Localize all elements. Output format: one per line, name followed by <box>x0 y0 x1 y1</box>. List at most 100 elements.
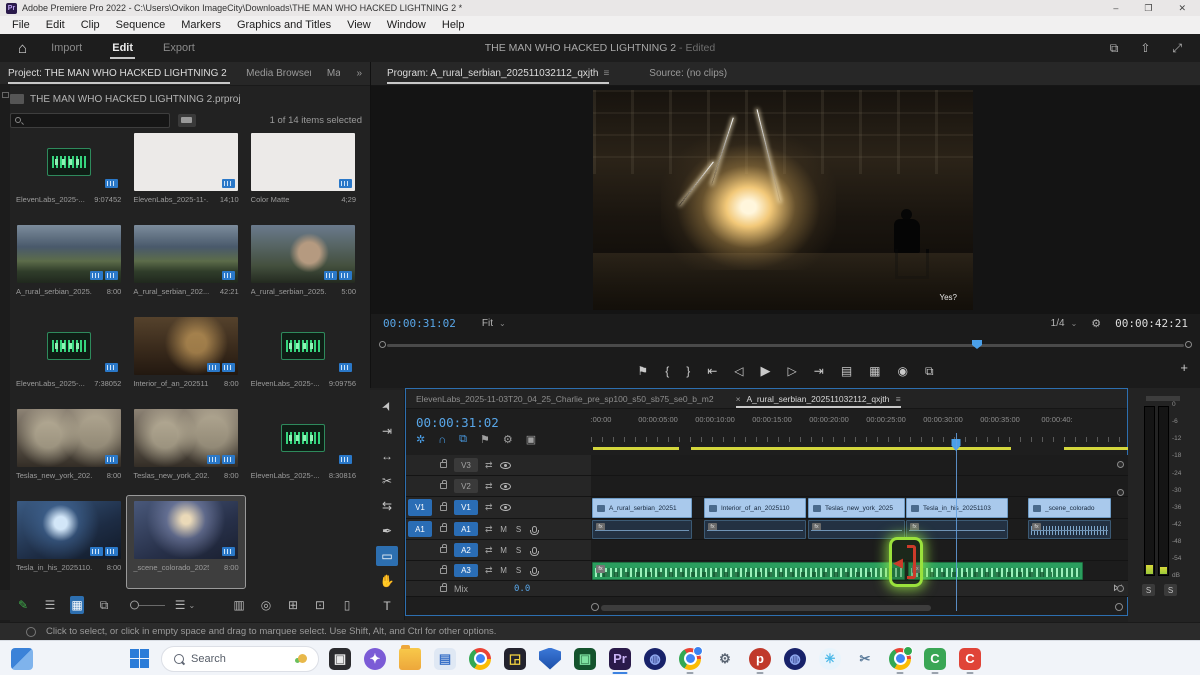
video-track-header[interactable]: V2 ⇄ <box>406 476 591 496</box>
audio-clip[interactable]: fx <box>704 520 806 539</box>
rectangle-tool[interactable]: ▭ <box>376 546 398 566</box>
file-explorer-icon[interactable] <box>396 645 424 672</box>
new-bin-icon[interactable]: ⊞ <box>286 596 300 614</box>
zoom-handle-left[interactable] <box>379 341 386 348</box>
workspaces-icon[interactable]: ⧉ <box>1110 41 1119 56</box>
pc-app-icon[interactable]: ▤ <box>431 645 459 672</box>
play-button[interactable]: ▶ <box>761 363 771 379</box>
toolbar-spacer[interactable] <box>205 596 219 614</box>
go-to-out-button[interactable]: ⇥ <box>814 364 824 378</box>
audio-track[interactable]: A2 ⇄ M S <box>406 540 1129 561</box>
lock-icon[interactable] <box>440 526 447 532</box>
track-output-eye-icon[interactable] <box>500 504 511 511</box>
menu-item[interactable]: View <box>339 19 379 31</box>
captions-icon[interactable]: ▣ <box>526 433 536 446</box>
audio-clip[interactable]: fx <box>906 520 1008 539</box>
project-search-input[interactable] <box>25 115 165 125</box>
mute-button[interactable]: M <box>500 546 508 555</box>
step-forward-button[interactable]: ▷ <box>788 364 797 378</box>
project-item[interactable]: A_rural_serbian_202... 42:21 <box>127 220 244 312</box>
timeline-horizontal-scrollbar[interactable] <box>601 605 931 611</box>
program-scrubber[interactable] <box>379 340 1192 350</box>
button-editor-icon[interactable]: + <box>1180 360 1188 375</box>
slip-tool[interactable]: ⇆ <box>376 496 398 516</box>
close-button[interactable]: ✕ <box>1178 3 1186 14</box>
video-clip[interactable]: _scene_colorado <box>1028 498 1111 518</box>
project-item[interactable]: A_rural_serbian_2025... 8:00 <box>10 220 127 312</box>
panel-collapse-icon[interactable] <box>2 92 9 98</box>
voiceover-mic-icon[interactable] <box>532 567 537 574</box>
project-item[interactable]: ElevenLabs_2025-11-... 14;10 <box>127 128 244 220</box>
mark-out-button[interactable]: } <box>686 364 690 378</box>
sync-lock-icon[interactable]: ⇄ <box>485 565 493 576</box>
lock-icon[interactable] <box>440 462 447 468</box>
pen-tool[interactable]: ✒ <box>376 521 398 541</box>
project-item[interactable]: ElevenLabs_2025-... 9:07452 <box>10 128 127 220</box>
lift-button[interactable]: ▤ <box>841 364 852 378</box>
timeline-timecode[interactable]: 00:00:31:02 <box>416 415 499 430</box>
comparison-view-button[interactable]: ⧉ <box>925 364 934 379</box>
timeline-settings-icon[interactable]: ⚙ <box>503 433 513 446</box>
track-target-chip[interactable]: V2 <box>454 479 478 493</box>
menu-item[interactable]: Help <box>434 19 473 31</box>
brain-app-icon[interactable]: ✳ <box>816 645 844 672</box>
lock-icon[interactable] <box>440 483 447 489</box>
track-target-chip[interactable]: A2 <box>454 543 478 557</box>
track-resize-handle[interactable] <box>1117 489 1124 496</box>
mix-track[interactable]: Mix 0.0 ⋈ <box>406 581 1129 597</box>
track-output-eye-icon[interactable] <box>500 483 511 490</box>
program-playhead[interactable] <box>972 340 982 349</box>
panel-menu-icon[interactable]: ≡ <box>896 394 901 404</box>
video-track-body[interactable] <box>591 476 1129 496</box>
lock-icon[interactable] <box>440 586 447 592</box>
project-item[interactable]: _scene_colorado_2025... 8:00 <box>127 496 244 588</box>
track-output-eye-icon[interactable] <box>500 462 511 469</box>
video-track-header[interactable]: V1 V1 ⇄ <box>406 497 591 518</box>
type-tool[interactable]: T <box>376 596 398 616</box>
track-resize-handle[interactable] <box>1117 585 1124 592</box>
find-icon[interactable]: ◎ <box>259 596 273 614</box>
menu-item[interactable]: File <box>4 19 38 31</box>
snap-icon[interactable]: ∩ <box>438 434 446 446</box>
sync-lock-icon[interactable]: ⇄ <box>485 524 493 535</box>
solo-button[interactable]: S <box>515 525 523 534</box>
automate-to-sequence-icon[interactable]: ▥ <box>232 596 246 614</box>
header-tab[interactable]: Export <box>161 37 197 59</box>
audio-track-body[interactable] <box>591 540 1129 560</box>
minimize-button[interactable]: – <box>1113 3 1118 14</box>
lock-icon[interactable] <box>440 505 447 511</box>
zoom-level-dropdown[interactable]: Fit⌄ <box>482 318 506 329</box>
green-app-icon[interactable]: ▣ <box>571 645 599 672</box>
menu-item[interactable]: Sequence <box>108 19 174 31</box>
navigate-up-icon[interactable] <box>178 114 196 127</box>
red-p-app-icon[interactable]: p <box>746 645 774 672</box>
sync-lock-icon[interactable]: ⇄ <box>485 502 493 513</box>
tab-overflow[interactable]: Ma <box>327 68 341 79</box>
music-clip[interactable]: fx <box>592 562 905 580</box>
freeform-view-icon[interactable]: ⧉ <box>97 596 111 614</box>
solo-button[interactable]: S <box>515 546 523 555</box>
sort-icon[interactable]: ☰ <box>178 596 192 614</box>
green-c-app-icon[interactable]: C <box>921 645 949 672</box>
red-c-app-icon[interactable]: C <box>956 645 984 672</box>
add-marker-icon[interactable]: ⚑ <box>480 433 490 446</box>
track-target-chip[interactable]: V1 <box>454 500 478 515</box>
menu-item[interactable]: Clip <box>73 19 108 31</box>
solo-left-button[interactable]: S <box>1142 584 1155 596</box>
blue-circle-app-icon[interactable]: ◍ <box>641 645 669 672</box>
scroll-handle-left[interactable] <box>591 603 599 611</box>
project-item[interactable]: Interior_of_an_202511... 8:00 <box>127 312 244 404</box>
audio-clip[interactable]: fx <box>592 520 692 539</box>
mix-volume-value[interactable]: 0.0 <box>514 584 530 594</box>
track-target-chip[interactable]: A3 <box>454 564 478 577</box>
video-track-body[interactable] <box>591 455 1129 475</box>
header-tab[interactable]: Edit <box>110 37 135 59</box>
tab-source[interactable]: Source: (no clips) <box>649 68 727 79</box>
linked-selection-icon[interactable]: ⧉ <box>459 433 467 446</box>
chrome-blue-badge-icon[interactable] <box>676 645 704 672</box>
zoom-slider[interactable] <box>124 596 165 614</box>
program-current-timecode[interactable]: 00:00:31:02 <box>383 317 456 330</box>
project-item[interactable]: ElevenLabs_2025-... 8:30816 <box>245 404 362 496</box>
add-marker-button[interactable]: ⚑ <box>637 364 648 378</box>
video-track-header[interactable]: V3 ⇄ <box>406 455 591 475</box>
